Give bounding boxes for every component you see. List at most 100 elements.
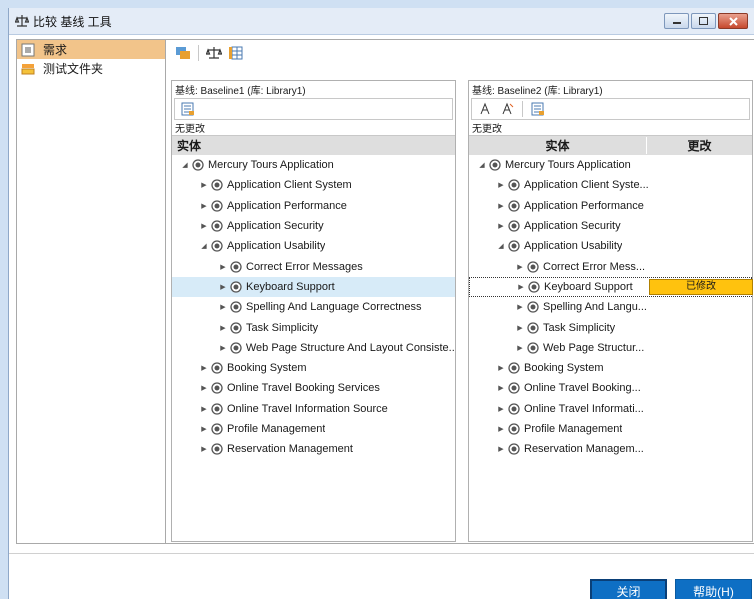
previous-change-icon[interactable] xyxy=(476,100,494,118)
collapsed-arrow-icon[interactable]: ▶ xyxy=(515,344,525,352)
tree-row[interactable]: ▶ Online Travel Booking Services xyxy=(172,378,455,398)
tree-row[interactable]: ▶ Application Client System xyxy=(172,175,455,195)
collapsed-arrow-icon[interactable]: ▶ xyxy=(516,283,526,291)
tree-row-label: Application Client System xyxy=(227,179,352,192)
tree-row[interactable]: ◢ Mercury Tours Application xyxy=(172,155,455,175)
sidebar-item-test-folder[interactable]: 测试文件夹 xyxy=(17,59,166,78)
collapsed-arrow-icon[interactable]: ▶ xyxy=(199,202,209,210)
collapsed-arrow-icon[interactable]: ▶ xyxy=(199,181,209,189)
collapsed-arrow-icon[interactable]: ▶ xyxy=(496,364,506,372)
expanded-arrow-icon[interactable]: ◢ xyxy=(199,242,209,250)
tree-row[interactable]: ▶ Keyboard Support xyxy=(172,276,455,298)
tree-row[interactable]: ◢ Application Usability xyxy=(469,236,752,256)
tree-row[interactable]: ▶ Profile Management xyxy=(172,419,455,439)
tree-row-label: Web Page Structure And Layout Consiste..… xyxy=(245,341,455,354)
tree-row-label: Application Usability xyxy=(227,240,326,253)
tree-row[interactable]: ▶ Web Page Structure And Layout Consiste.… xyxy=(172,338,455,358)
collapsed-arrow-icon[interactable]: ▶ xyxy=(199,364,209,372)
tree-row[interactable]: ▶ Online Travel Information Source xyxy=(172,399,455,419)
tree-row[interactable]: ▶ Application Performance xyxy=(172,196,455,216)
main-toolbar xyxy=(166,40,754,66)
tree-row[interactable]: ▶ Correct Error Messages xyxy=(172,256,455,276)
expanded-arrow-icon[interactable]: ◢ xyxy=(477,161,487,169)
collapsed-arrow-icon[interactable]: ▶ xyxy=(515,303,525,311)
tree-row[interactable]: ▶ Application Client Syste... xyxy=(469,175,752,195)
collapsed-arrow-icon[interactable]: ▶ xyxy=(199,222,209,230)
collapsed-arrow-icon[interactable]: ▶ xyxy=(218,303,228,311)
tree-row-label: Task Simplicity xyxy=(246,321,319,334)
requirement-node-icon xyxy=(211,362,223,374)
collapsed-arrow-icon[interactable]: ▶ xyxy=(496,222,506,230)
collapsed-arrow-icon[interactable]: ▶ xyxy=(496,202,506,210)
grid-view-icon[interactable] xyxy=(227,44,245,62)
collapsed-arrow-icon[interactable]: ▶ xyxy=(218,344,228,352)
tree-row[interactable]: ▶ Online Travel Informati... xyxy=(469,399,752,419)
edit-details-icon[interactable] xyxy=(179,100,197,118)
tree-row[interactable]: ◢ Application Usability xyxy=(172,236,455,256)
change-column-header[interactable]: 更改 xyxy=(647,137,752,154)
baseline1-header: 基线: Baseline1 (库: Library1) xyxy=(175,86,306,97)
tree-row-label: Application Performance xyxy=(524,199,644,212)
tree-row[interactable]: ▶ Spelling And Langu... xyxy=(469,297,752,317)
collapsed-arrow-icon[interactable]: ▶ xyxy=(515,263,525,271)
tree-row[interactable]: ▶ Booking System xyxy=(172,358,455,378)
collapsed-arrow-icon[interactable]: ▶ xyxy=(496,384,506,392)
tree-row[interactable]: ▶ Web Page Structur... xyxy=(469,338,752,358)
tree-row[interactable]: ▶ Reservation Managem... xyxy=(469,439,752,459)
tree-row-label: Correct Error Messages xyxy=(246,260,363,273)
baseline1-toolbar xyxy=(174,98,453,120)
tree-row[interactable]: ▶ Reservation Management xyxy=(172,439,455,459)
baseline2-panel: 基线: Baseline2 (库: Library1) 无更改 实体 更改 ◢ M… xyxy=(468,80,753,542)
tree-row[interactable]: ◢ Mercury Tours Application xyxy=(469,155,752,175)
expanded-arrow-icon[interactable]: ◢ xyxy=(496,242,506,250)
tree-row[interactable]: ▶ Correct Error Mess... xyxy=(469,256,752,276)
collapsed-arrow-icon[interactable]: ▶ xyxy=(515,324,525,332)
collapsed-arrow-icon[interactable]: ▶ xyxy=(496,425,506,433)
collapsed-arrow-icon[interactable]: ▶ xyxy=(218,263,228,271)
tree-row-label: Online Travel Booking... xyxy=(524,382,641,395)
baseline1-column-header: 实体 xyxy=(172,135,455,155)
tree-row-label: Task Simplicity xyxy=(543,321,616,334)
collapsed-arrow-icon[interactable]: ▶ xyxy=(496,445,506,453)
tree-row[interactable]: ▶ Task Simplicity xyxy=(172,317,455,337)
minimize-button[interactable] xyxy=(664,13,689,29)
collapsed-arrow-icon[interactable]: ▶ xyxy=(218,324,228,332)
collapsed-arrow-icon[interactable]: ▶ xyxy=(496,405,506,413)
next-change-icon[interactable] xyxy=(498,100,516,118)
compare-baselines-icon[interactable] xyxy=(205,44,223,62)
tree-row[interactable]: ▶ Profile Management xyxy=(469,419,752,439)
expanded-arrow-icon[interactable]: ◢ xyxy=(180,161,190,169)
collapsed-arrow-icon[interactable]: ▶ xyxy=(199,384,209,392)
tree-row[interactable]: ▶ Booking System xyxy=(469,358,752,378)
collapsed-arrow-icon[interactable]: ▶ xyxy=(199,425,209,433)
close-window-button[interactable] xyxy=(718,13,748,29)
entity-column-header[interactable]: 实体 xyxy=(469,137,647,154)
tree-row[interactable]: ▶ Online Travel Booking... xyxy=(469,378,752,398)
tree-row[interactable]: ▶ Application Security xyxy=(469,216,752,236)
collapsed-arrow-icon[interactable]: ▶ xyxy=(218,283,228,291)
requirement-node-icon xyxy=(211,200,223,212)
compare-baselines-window: 比较 基线 工具 需求 测试文件夹 基线: Baseline1 (库: Libr… xyxy=(8,8,754,599)
tree-row[interactable]: ▶ Application Performance xyxy=(469,196,752,216)
tree-row[interactable]: ▶ Application Security xyxy=(172,216,455,236)
maximize-button[interactable] xyxy=(691,13,716,29)
requirement-node-icon xyxy=(230,281,242,293)
tree-row[interactable]: ▶ Spelling And Language Correctness xyxy=(172,297,455,317)
collapsed-arrow-icon[interactable]: ▶ xyxy=(496,181,506,189)
tree-row-label: Correct Error Mess... xyxy=(543,260,646,273)
tree-row-label: Application Security xyxy=(227,220,324,233)
help-button[interactable]: 帮助(H) xyxy=(675,579,752,599)
tree-row[interactable]: ▶ Task Simplicity xyxy=(469,317,752,337)
requirement-node-icon xyxy=(211,423,223,435)
entity-column-header[interactable]: 实体 xyxy=(172,137,201,154)
edit-details-icon[interactable] xyxy=(529,100,547,118)
requirements-icon xyxy=(21,43,35,57)
collapsed-arrow-icon[interactable]: ▶ xyxy=(199,405,209,413)
tree-row-label: Mercury Tours Application xyxy=(505,159,631,172)
tree-row[interactable]: ▶ Keyboard Support 已修改 xyxy=(469,276,753,298)
collapsed-arrow-icon[interactable]: ▶ xyxy=(199,445,209,453)
sidebar-item-requirements[interactable]: 需求 xyxy=(17,40,166,59)
dialog-footer: 关闭 帮助(H) xyxy=(9,553,754,599)
compare-settings-icon[interactable] xyxy=(174,44,192,62)
close-button[interactable]: 关闭 xyxy=(590,579,667,599)
